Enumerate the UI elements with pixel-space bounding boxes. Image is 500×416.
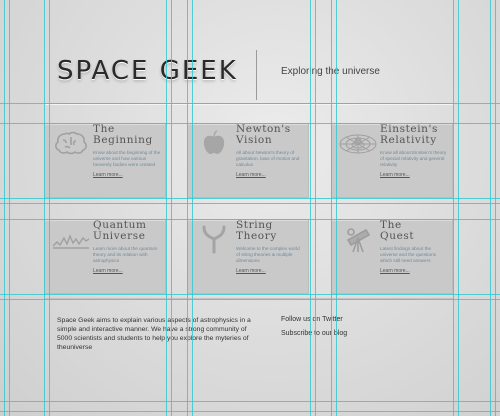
telescope-icon <box>338 224 378 254</box>
card-the-beginning[interactable]: The Beginning Know about the beginning o… <box>44 123 166 198</box>
apple-icon <box>194 128 234 158</box>
about-text: Space Geek aims to explain various aspec… <box>57 317 251 351</box>
header-rule <box>44 103 454 105</box>
card-description: All about Newton's theory of gravitation… <box>236 150 300 167</box>
card-newtons-vision[interactable]: Newton's Vision All about Newton's theor… <box>187 123 309 198</box>
card-description: Latest findings about the universe and t… <box>380 246 437 263</box>
card-title: Newton's Vision <box>236 123 291 146</box>
spacetime-grid-icon <box>338 128 378 158</box>
card-quantum-universe[interactable]: Quantum Universe Learn more about the qu… <box>44 219 166 294</box>
card-title: String Theory <box>236 219 277 242</box>
card-title: Einstein's Relativity <box>380 123 439 146</box>
card-title: Quantum Universe <box>93 219 147 242</box>
card-description: Learn more about the quantum theory and … <box>93 246 158 263</box>
card-einsteins-relativity[interactable]: Einstein's Relativity Know all about Ein… <box>331 123 453 198</box>
subscribe-blog-link[interactable]: Subscribe to our blog <box>281 330 347 337</box>
string-icon <box>194 224 234 254</box>
card-title: The Beginning <box>93 123 153 146</box>
learn-more-link[interactable]: Learn more... <box>380 172 410 178</box>
card-title: The Quest <box>380 219 415 242</box>
learn-more-link[interactable]: Learn more... <box>236 172 266 178</box>
card-description: Know about the beginning of the universe… <box>93 150 161 167</box>
footer-rule <box>44 298 454 299</box>
site-logo[interactable]: SPACE GEEK <box>57 56 238 86</box>
follow-twitter-link[interactable]: Follow us on Twitter <box>281 316 343 323</box>
card-description: Welcome to the complex world of string t… <box>236 246 300 263</box>
learn-more-link[interactable]: Learn more... <box>380 268 410 274</box>
site-tagline: Exploring the universe <box>281 66 380 77</box>
card-the-quest[interactable]: The Quest Latest findings about the univ… <box>331 219 453 294</box>
learn-more-link[interactable]: Learn more... <box>93 268 123 274</box>
wave-graph-icon <box>51 224 91 254</box>
card-description: Know all about Einstein's theory of spec… <box>380 150 447 167</box>
card-string-theory[interactable]: String Theory Welcome to the complex wor… <box>187 219 309 294</box>
brain-icon <box>51 128 91 158</box>
learn-more-link[interactable]: Learn more... <box>93 172 123 178</box>
header-divider <box>256 50 257 100</box>
learn-more-link[interactable]: Learn more... <box>236 268 266 274</box>
